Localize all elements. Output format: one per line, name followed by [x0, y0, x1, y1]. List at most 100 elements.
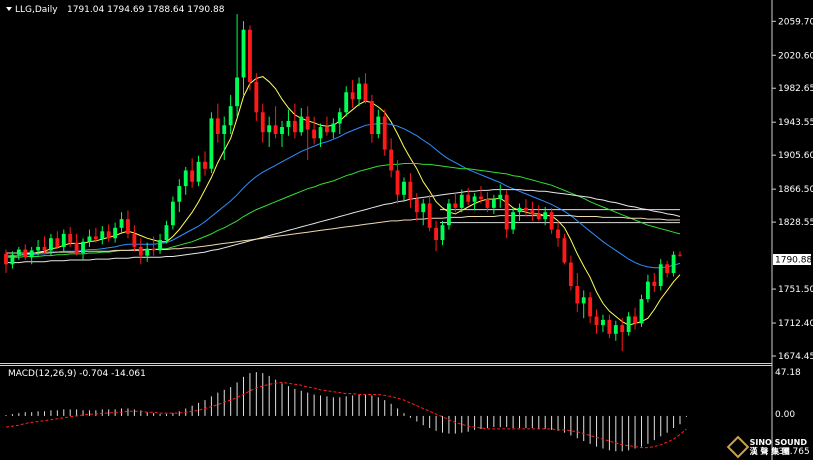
- candle-bear: [408, 181, 413, 200]
- candle-bear: [524, 207, 528, 211]
- price-tick-label: 1674.45: [778, 352, 813, 362]
- macd-tick-top: 47.18: [775, 368, 801, 378]
- candle-bear: [633, 316, 637, 324]
- candle-bull: [402, 181, 406, 195]
- candle-bull: [113, 227, 118, 239]
- candle-bull: [49, 238, 53, 251]
- candle-bear: [190, 170, 195, 182]
- logo-text-en: SINO SOUND: [749, 438, 807, 447]
- candle-bear: [273, 125, 278, 134]
- candle-bear: [369, 100, 374, 134]
- candle-bull: [183, 170, 188, 187]
- candle-bull: [280, 127, 284, 134]
- candle-bull: [671, 254, 676, 273]
- candle-bull: [491, 199, 496, 208]
- candle-bull: [626, 316, 631, 333]
- logo-text-cn: 漢 聲 集 團: [749, 447, 790, 456]
- macd-label: MACD(12,26,9) -0.704 -14.061: [8, 369, 146, 379]
- price-tick-label: 1712.40: [778, 319, 813, 329]
- candle-bear: [549, 212, 554, 230]
- candle-bear: [607, 319, 612, 334]
- candle-bear: [215, 118, 220, 134]
- candle-bear: [363, 83, 368, 101]
- diamond-logo-icon: [726, 435, 749, 459]
- candle-bull: [472, 196, 477, 202]
- candle-bear: [325, 127, 329, 133]
- candle-bear: [485, 199, 490, 208]
- candle-bull: [459, 194, 464, 208]
- candle-bear: [203, 161, 207, 169]
- candle-bear: [395, 170, 400, 195]
- symbol-label: LLG,Daily: [15, 5, 58, 15]
- price-tick-label: 1982.65: [778, 84, 813, 94]
- candle-bull: [286, 120, 291, 128]
- macd-tick-zero: 0.00: [775, 410, 795, 420]
- candle-bear: [434, 227, 439, 240]
- candle-bull: [100, 231, 105, 240]
- candle-bear: [652, 281, 657, 287]
- candle-bear: [292, 120, 297, 133]
- candle-bear: [23, 249, 28, 258]
- candle-bear: [620, 325, 625, 333]
- candle-bull: [440, 225, 445, 240]
- candle-bull: [511, 212, 516, 230]
- candle-bull: [61, 233, 66, 247]
- candle-bear: [479, 196, 483, 200]
- candle-bull: [601, 319, 605, 326]
- candle-bear: [530, 210, 535, 214]
- candle-bull: [344, 92, 349, 113]
- candle-bear: [4, 253, 8, 265]
- price-chart[interactable]: 2059.70 2020.60 1982.65 1943.55 1905.60 1866.…: [0, 0, 813, 460]
- candle-bear: [55, 238, 60, 247]
- candle-bear: [138, 246, 143, 256]
- candle-bear: [132, 233, 137, 247]
- candle-bear: [414, 199, 419, 213]
- candle-bull: [331, 123, 336, 133]
- candle-bull: [222, 125, 227, 134]
- candle-bear: [562, 238, 567, 263]
- candle-bull: [446, 203, 451, 226]
- candle-bull: [145, 248, 150, 256]
- candle-bull: [29, 250, 34, 258]
- candle-bull: [658, 264, 663, 287]
- candle-bear: [504, 194, 509, 230]
- candle-bear: [42, 246, 47, 251]
- price-tick-label: 1905.60: [778, 151, 813, 161]
- candle-bear: [382, 116, 387, 150]
- candle-bull: [87, 236, 92, 242]
- candle-bull: [158, 239, 162, 251]
- candle-bear: [453, 203, 458, 208]
- candle-bear: [536, 213, 541, 220]
- candle-bull: [337, 112, 342, 124]
- candle-bull: [235, 77, 240, 107]
- candle-bear: [556, 229, 560, 239]
- candle-bull: [36, 246, 41, 251]
- candle-bull: [177, 186, 182, 202]
- candle-bear: [312, 129, 317, 139]
- price-tick-label: 1943.55: [778, 118, 813, 128]
- candle-bull: [299, 116, 304, 133]
- candle-bull: [164, 225, 169, 240]
- candle-bull: [645, 281, 650, 300]
- candle-bull: [209, 118, 214, 169]
- candle-bear: [260, 112, 265, 133]
- price-tick-label: 1866.50: [778, 185, 813, 195]
- candle-bull: [613, 325, 618, 334]
- candle-bull: [318, 127, 323, 139]
- candle-bear: [151, 248, 156, 251]
- candle-bull: [16, 249, 21, 255]
- candle-bull: [421, 203, 426, 213]
- candle-bear: [305, 116, 310, 130]
- candle-bull: [196, 161, 201, 182]
- candle-bear: [247, 29, 252, 82]
- candle-bull: [119, 219, 124, 228]
- candle-bear: [93, 236, 98, 240]
- candle-bull: [170, 201, 175, 226]
- candle-bear: [594, 316, 599, 326]
- candle-bull: [543, 212, 548, 220]
- price-tick-label: 1828.55: [778, 218, 813, 228]
- candle-bear: [254, 81, 259, 113]
- ohlc-values: 1791.04 1794.69 1788.64 1790.88: [67, 5, 225, 15]
- candle-bear: [678, 254, 682, 256]
- candle-bull: [581, 297, 586, 304]
